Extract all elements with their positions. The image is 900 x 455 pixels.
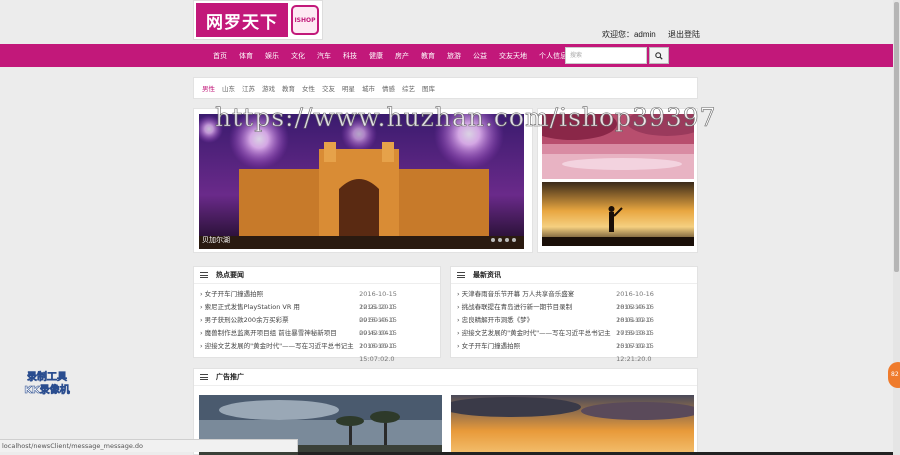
category-item[interactable]: 图库 bbox=[422, 83, 435, 93]
hot-news-title: 热点要闻 bbox=[216, 271, 244, 279]
nav-item[interactable]: 个人信息 bbox=[539, 51, 567, 61]
slider-dot[interactable] bbox=[491, 238, 495, 242]
news-date: 2016-10-15 09:42:04.0 bbox=[359, 316, 397, 337]
category-item[interactable]: 山东 bbox=[222, 83, 235, 93]
logo-title: 网罗天下 bbox=[196, 3, 288, 37]
news-headline[interactable]: › 女子开车门撞遇拍照 bbox=[200, 288, 359, 301]
ad-header: 广告推广 bbox=[194, 369, 697, 386]
nav-item[interactable]: 汽车 bbox=[317, 51, 331, 61]
slider-image-fireworks-palace[interactable] bbox=[199, 114, 524, 249]
scroll-thumb[interactable] bbox=[894, 2, 899, 272]
news-headline[interactable]: › 忠良精解开市洞悉《梦》 bbox=[457, 314, 616, 327]
news-date: 2016-10-15 15:07:02.0 bbox=[616, 329, 654, 350]
news-item[interactable]: › 挑战春联提在青岛进行新一期节目录制 2016-10-16 18:01:02.0 bbox=[457, 301, 691, 324]
news-item[interactable]: › 忠良精解开市洞悉《梦》 2016-10-16 17:59:38.0 bbox=[457, 314, 691, 337]
recorder-line1: 录制工具 bbox=[27, 372, 68, 384]
search-icon bbox=[655, 51, 663, 60]
news-headline[interactable]: › 迎接文艺发展的"黄金时代"——写在习近平总书记主 bbox=[457, 327, 616, 340]
category-active[interactable]: 男性 bbox=[202, 83, 215, 93]
list-icon bbox=[457, 272, 465, 278]
category-item[interactable]: 江苏 bbox=[242, 83, 255, 93]
news-headline[interactable]: › 迎接文艺发展的"黄金时代"——写在习近平总书记主 bbox=[200, 340, 359, 353]
search-input[interactable]: 搜索 bbox=[565, 47, 647, 64]
category-item[interactable]: 明星 bbox=[342, 83, 355, 93]
nav-item[interactable]: 交友天地 bbox=[499, 51, 527, 61]
hot-news-list: › 女子开车门撞遇拍照 2016-10-15 12:21:20.0 › 索尼正式发售… bbox=[194, 284, 440, 363]
category-item[interactable]: 情感 bbox=[382, 83, 395, 93]
nav-item[interactable]: 公益 bbox=[473, 51, 487, 61]
news-date: 2016-10-15 09:50:46.0 bbox=[359, 303, 397, 324]
latest-news-title: 最新资讯 bbox=[473, 271, 501, 279]
nav-item[interactable]: 健康 bbox=[369, 51, 383, 61]
floating-button[interactable]: 82 bbox=[888, 362, 900, 388]
news-date: 2016-10-15 12:21:20.0 bbox=[359, 290, 397, 311]
side-image-sunset-silhouette[interactable] bbox=[542, 182, 694, 246]
news-item[interactable]: › 索尼正式发售PlayStation VR 用 2016-10-15 09:50… bbox=[200, 301, 434, 324]
news-date: 2016-10-15 10:00:09.0 bbox=[359, 329, 397, 350]
status-url-bar: localhost/newsClient/message_message.do bbox=[0, 439, 298, 452]
nav-item[interactable]: 房产 bbox=[395, 51, 409, 61]
main-navbar: 首页 体育 娱乐 文化 汽车 科技 健康 房产 教育 旅游 公益 交友天地 个人信息 搜索 bbox=[0, 44, 893, 67]
news-headline[interactable]: › 女子开车门撞遇拍照 bbox=[457, 340, 616, 353]
latest-news-list: › 天津春雨音乐节开幕 万人共享音乐盛宴 2016-10-16 18:02:46.… bbox=[451, 284, 697, 363]
welcome-text: 欢迎您：admin bbox=[601, 30, 656, 39]
category-item[interactable]: 女性 bbox=[302, 83, 315, 93]
hot-news-panel: 热点要闻 › 女子开车门撞遇拍照 2016-10-15 12:21:20.0 › 索… bbox=[193, 266, 441, 363]
list-icon bbox=[200, 374, 208, 380]
category-item[interactable]: 交友 bbox=[322, 83, 335, 93]
news-date: 2016-10-16 17:59:38.0 bbox=[616, 316, 654, 337]
list-icon bbox=[200, 272, 208, 278]
news-item[interactable]: › 男子获刑公款200余万买彩票 2016-10-15 09:42:04.0 bbox=[200, 314, 434, 337]
slider-dot[interactable] bbox=[505, 238, 509, 242]
nav-item[interactable]: 体育 bbox=[239, 51, 253, 61]
slider-caption: 贝加尔湖 bbox=[202, 236, 230, 244]
user-bar: 欢迎您：admin 退出登陆 bbox=[598, 29, 700, 40]
category-item[interactable]: 综艺 bbox=[402, 83, 415, 93]
category-item[interactable]: 游戏 bbox=[262, 83, 275, 93]
site-logo[interactable]: 网罗天下 ISHOP bbox=[193, 0, 323, 40]
news-headline[interactable]: › 天津春雨音乐节开幕 万人共享音乐盛宴 bbox=[457, 288, 616, 301]
nav-item[interactable]: 首页 bbox=[213, 51, 227, 61]
news-date: 2016-10-16 18:01:02.0 bbox=[616, 303, 654, 324]
news-headline[interactable]: › 男子获刑公款200余万买彩票 bbox=[200, 314, 359, 327]
slider-dot[interactable] bbox=[498, 238, 502, 242]
nav-item[interactable]: 科技 bbox=[343, 51, 357, 61]
search-button[interactable] bbox=[649, 47, 669, 64]
slider-dots bbox=[488, 238, 516, 242]
news-headline[interactable]: › 魔兽制作总监离开项目组 前往暴雪神秘新项目 bbox=[200, 327, 359, 340]
news-date: 2016-10-15 12:21:20.0 bbox=[616, 342, 654, 363]
latest-news-header: 最新资讯 bbox=[451, 267, 697, 284]
nav-menu: 首页 体育 娱乐 文化 汽车 科技 健康 房产 教育 旅游 公益 交友天地 个人信息 bbox=[213, 44, 579, 67]
recorder-watermark: 录制工具 KK录像机 bbox=[14, 371, 80, 397]
news-item[interactable]: › 天津春雨音乐节开幕 万人共享音乐盛宴 2016-10-16 18:02:46.… bbox=[457, 288, 691, 311]
news-item[interactable]: › 女子开车门撞遇拍照 2016-10-15 12:21:20.0 bbox=[457, 340, 691, 363]
recorder-line2: KK录像机 bbox=[24, 385, 70, 397]
news-headline[interactable]: › 挑战春联提在青岛进行新一期节目录制 bbox=[457, 301, 616, 314]
news-item[interactable]: › 女子开车门撞遇拍照 2016-10-15 12:21:20.0 bbox=[200, 288, 434, 311]
news-item[interactable]: › 魔兽制作总监离开项目组 前往暴雪神秘新项目 2016-10-15 10:00:… bbox=[200, 327, 434, 350]
category-item[interactable]: 城市 bbox=[362, 83, 375, 93]
logo-seal: ISHOP bbox=[291, 5, 319, 35]
news-headline[interactable]: › 索尼正式发售PlayStation VR 用 bbox=[200, 301, 359, 314]
ad-image-sunset-clouds[interactable] bbox=[451, 395, 694, 455]
logout-link[interactable]: 退出登陆 bbox=[668, 30, 700, 39]
ad-title: 广告推广 bbox=[216, 373, 244, 381]
nav-item[interactable]: 文化 bbox=[291, 51, 305, 61]
nav-item[interactable]: 教育 bbox=[421, 51, 435, 61]
slider-dot[interactable] bbox=[512, 238, 516, 242]
nav-item[interactable]: 旅游 bbox=[447, 51, 461, 61]
hot-news-header: 热点要闻 bbox=[194, 267, 440, 284]
latest-news-panel: 最新资讯 › 天津春雨音乐节开幕 万人共享音乐盛宴 2016-10-16 18:0… bbox=[450, 266, 698, 363]
category-item[interactable]: 教育 bbox=[282, 83, 295, 93]
category-bar: 男性 山东 江苏 游戏 教育 女性 交友 明星 城市 情感 综艺 图库 bbox=[193, 77, 698, 99]
news-date: 2016-10-16 18:02:46.0 bbox=[616, 290, 654, 311]
news-item[interactable]: › 迎接文艺发展的"黄金时代"——写在习近平总书记主 2016-10-15 15:… bbox=[200, 340, 434, 363]
url-watermark: https://www.huzhan.com/ishop39397 bbox=[215, 103, 717, 133]
nav-item[interactable]: 娱乐 bbox=[265, 51, 279, 61]
news-date: 2016-10-15 15:07:02.0 bbox=[359, 342, 397, 363]
news-item[interactable]: › 迎接文艺发展的"黄金时代"——写在习近平总书记主 2016-10-15 15:… bbox=[457, 327, 691, 350]
